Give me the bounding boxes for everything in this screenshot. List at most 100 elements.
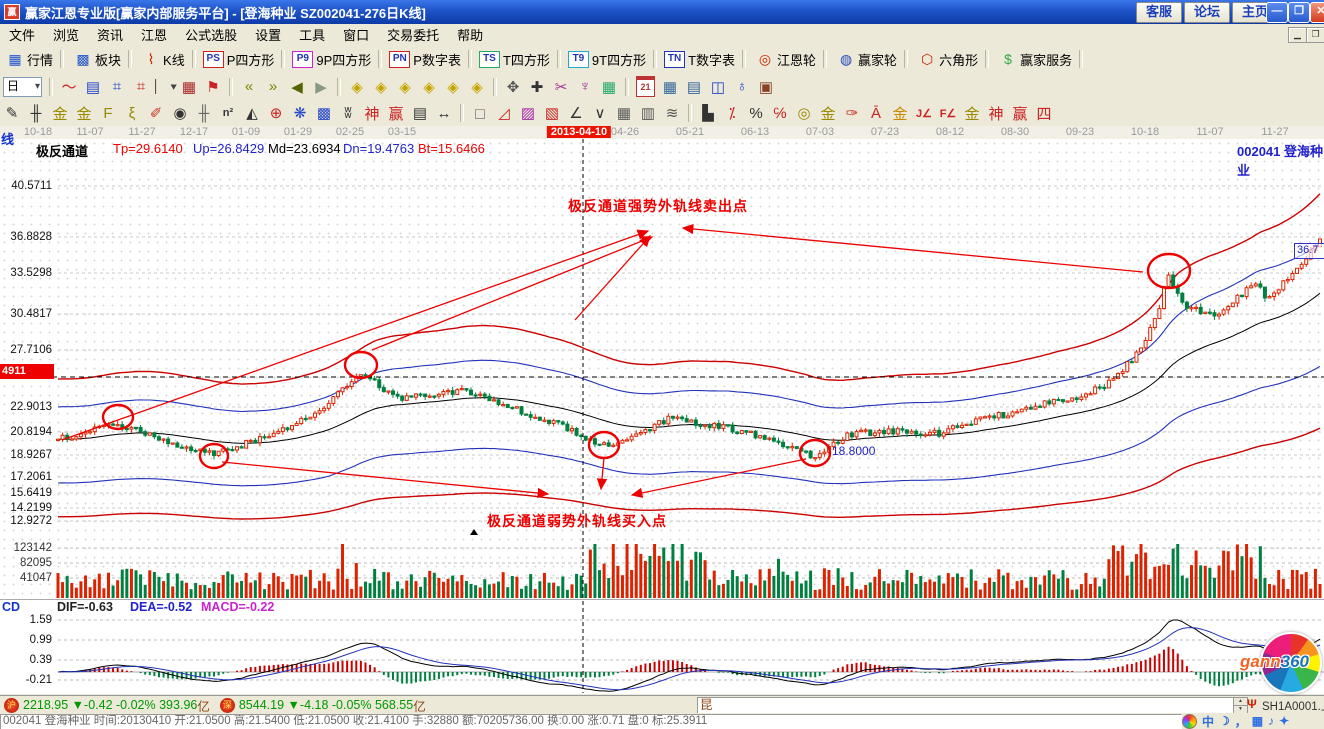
winner-service-button[interactable]: $赢家服务 xyxy=(996,50,1072,69)
percent3-icon[interactable]: ℅ xyxy=(770,105,790,122)
menu-item-2[interactable]: 资讯 xyxy=(88,25,132,44)
red-pattern-icon[interactable]: ▦ xyxy=(179,78,199,96)
menu-item-6[interactable]: 工具 xyxy=(290,25,334,44)
bars3-icon[interactable]: ⌗ xyxy=(107,78,127,95)
hand-tool-icon[interactable]: ✥ xyxy=(503,78,523,96)
pen-tool-icon[interactable]: ✎ xyxy=(2,104,22,122)
hexagon-button[interactable]: ⬡六角形 xyxy=(915,50,978,69)
9t-square-button[interactable]: T99T四方形 xyxy=(568,50,646,69)
shen-tool-icon[interactable]: 神 xyxy=(362,103,382,124)
shanghai-index-value[interactable]: 2218.95 xyxy=(23,698,68,712)
gann-arrow-lr-icon[interactable]: ◈ xyxy=(395,78,415,96)
menu-item-7[interactable]: 窗口 xyxy=(334,25,378,44)
calculator-icon[interactable]: ▦ xyxy=(660,78,680,96)
menu-item-3[interactable]: 江恩 xyxy=(132,25,176,44)
gold-grid2-icon[interactable]: 金 xyxy=(74,103,94,124)
gold-bar-icon[interactable]: 金 xyxy=(818,103,838,124)
fibo-f-icon[interactable]: F xyxy=(98,105,118,122)
angle-line-icon[interactable]: ∠ xyxy=(566,104,586,122)
gold-angle-icon[interactable]: 金 xyxy=(962,103,982,124)
angle-tool-icon[interactable]: ◭ xyxy=(242,104,262,122)
gann-arrow-left-icon[interactable]: ◈ xyxy=(347,78,367,96)
mdi-minimize-button[interactable]: ▁ xyxy=(1288,27,1307,43)
t-square-button[interactable]: TST四方形 xyxy=(479,50,550,69)
percent-icon[interactable]: % xyxy=(746,105,766,122)
wave-mark-icon[interactable]: ʬ xyxy=(338,105,358,122)
t-table-button[interactable]: TNT数字表 xyxy=(664,50,735,69)
notes-icon[interactable]: ▤ xyxy=(684,78,704,96)
star-burst-icon[interactable]: ❋ xyxy=(290,104,310,122)
gann-wheel-button[interactable]: ◎江恩轮 xyxy=(753,50,816,69)
macd-panel[interactable] xyxy=(0,612,1324,694)
ruler-lines-icon[interactable]: ╫ xyxy=(194,105,214,122)
red-a-icon[interactable]: Ā xyxy=(866,105,886,122)
close-button[interactable]: ✕ xyxy=(1310,2,1324,23)
grid-box-icon[interactable]: ▩ xyxy=(314,104,334,122)
fan-box2-icon[interactable]: ▧ xyxy=(542,104,562,122)
mdi-restore-button[interactable]: ❐ xyxy=(1306,27,1324,43)
service-button[interactable]: 客服 xyxy=(1136,2,1182,23)
trident-tool-icon[interactable]: ♆ xyxy=(575,78,595,95)
index-name-label[interactable]: SH1A0001.上证指数 xyxy=(1262,698,1324,714)
go-first-icon[interactable]: « xyxy=(239,78,259,95)
menu-item-0[interactable]: 文件 xyxy=(0,25,44,44)
scissors-tool-icon[interactable]: ✂ xyxy=(551,78,571,96)
sectors-button[interactable]: ▩板块 xyxy=(71,50,121,69)
four-angle-icon[interactable]: 四 xyxy=(1034,103,1054,124)
win-tool-icon[interactable]: 赢 xyxy=(386,103,406,124)
winner-wheel-button[interactable]: ◍赢家轮 xyxy=(834,50,897,69)
menu-item-1[interactable]: 浏览 xyxy=(44,25,88,44)
go-last-icon[interactable]: » xyxy=(263,78,283,95)
ime-settings-icon[interactable]: ✦ xyxy=(1279,714,1289,728)
win-angle-icon[interactable]: 赢 xyxy=(1010,103,1030,124)
bars9-icon[interactable]: ⌗ xyxy=(131,78,151,95)
ime-mode-icon[interactable]: 中 xyxy=(1202,713,1214,729)
compass-tool-icon[interactable]: ◉ xyxy=(170,104,190,122)
ime-punct-icon[interactable]: ， xyxy=(1235,713,1247,729)
shen-angle-icon[interactable]: 神 xyxy=(986,103,1006,124)
grid-b-icon[interactable]: ▥ xyxy=(638,104,658,122)
forum-button[interactable]: 论坛 xyxy=(1184,2,1230,23)
kline-button[interactable]: ⌇K线 xyxy=(139,50,185,69)
menu-item-5[interactable]: 设置 xyxy=(246,25,290,44)
n-square-icon[interactable]: n² xyxy=(218,107,238,119)
width-tool-icon[interactable]: ↔ xyxy=(434,105,454,122)
frame-tool-icon[interactable]: ◻ xyxy=(470,104,490,122)
kline-tab-label[interactable]: 线 xyxy=(1,129,14,148)
pencil-red-icon[interactable]: ✐ xyxy=(146,104,166,122)
briefcase-icon[interactable]: ▣ xyxy=(756,78,776,96)
quotes-button[interactable]: ▦行情 xyxy=(3,50,53,69)
menu-item-9[interactable]: 帮助 xyxy=(448,25,492,44)
web-save-icon[interactable]: ♁ xyxy=(732,78,752,95)
ime-keyboard-icon[interactable]: ▦ xyxy=(1252,714,1263,728)
ime-mic-icon[interactable]: ♪ xyxy=(1268,714,1274,728)
v-line-icon[interactable]: ∨ xyxy=(590,104,610,122)
next-bar-icon[interactable]: ▶ xyxy=(311,78,331,96)
menu-item-8[interactable]: 交易委托 xyxy=(378,25,448,44)
spiral-tool-icon[interactable]: ξ xyxy=(122,105,142,122)
gann-arrow-cross-icon[interactable]: ◈ xyxy=(443,78,463,96)
macd-tab-label[interactable]: CD xyxy=(2,600,20,614)
gann-arrow-wheel-icon[interactable]: ◈ xyxy=(467,78,487,96)
gann-arrow-star-icon[interactable]: ◈ xyxy=(419,78,439,96)
brush-icon[interactable]: ✑ xyxy=(842,104,862,122)
restore-button[interactable]: ❐ xyxy=(1288,2,1310,23)
green-pattern-icon[interactable]: ▦ xyxy=(599,78,619,96)
crosshair-tool-icon[interactable]: ✚ xyxy=(527,78,547,96)
p-table-button[interactable]: PNP数字表 xyxy=(389,50,461,69)
pattern-icon[interactable]: 〜 xyxy=(59,76,79,97)
j-angle-icon[interactable]: J∠ xyxy=(914,107,934,120)
flag-icon[interactable]: ⚑ xyxy=(203,78,223,96)
multi-line-icon[interactable]: ≋ xyxy=(662,104,682,122)
candle-style-dropdown[interactable]: ⎸▾ xyxy=(155,78,175,95)
percent-line-icon[interactable]: ⁒ xyxy=(722,104,742,122)
stats-icon[interactable]: ▙ xyxy=(698,104,718,122)
grid-a-icon[interactable]: ▦ xyxy=(614,104,634,122)
save-icon[interactable]: ◫ xyxy=(708,78,728,96)
f-angle-icon[interactable]: F∠ xyxy=(938,107,958,120)
gold-box-icon[interactable]: 金 xyxy=(890,103,910,124)
shenzhen-index-value[interactable]: 8544.19 xyxy=(239,698,284,712)
gann-fan-icon[interactable]: ◿ xyxy=(494,104,514,122)
ruler123-icon[interactable]: ▤ xyxy=(410,104,430,122)
gold-grid-icon[interactable]: 金 xyxy=(50,103,70,124)
